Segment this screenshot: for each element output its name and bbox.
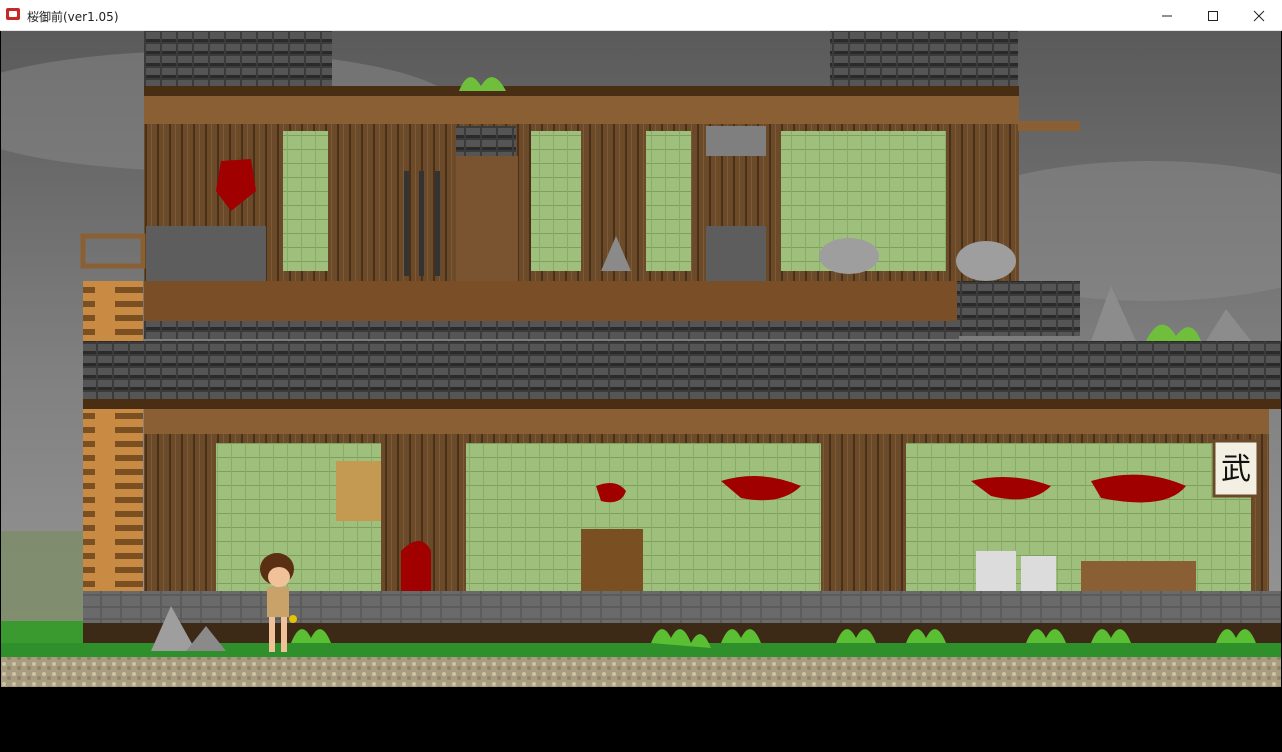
ladder (83, 281, 143, 591)
close-button[interactable] (1236, 0, 1282, 31)
maximize-button[interactable] (1190, 0, 1236, 31)
app-icon (6, 8, 20, 20)
maximize-icon (1208, 10, 1218, 21)
bushido-sign: 武 (1221, 452, 1251, 487)
title-bar[interactable]: 桜御前(ver1.05) (0, 0, 1282, 31)
gravel-ground (1, 657, 1281, 687)
game-viewport[interactable]: 武 (1, 31, 1281, 751)
minimize-icon (1162, 15, 1172, 16)
minimize-button[interactable] (1144, 0, 1190, 31)
main-roof (83, 341, 1281, 401)
lower-floor: 武 (144, 409, 1269, 594)
window-title: 桜御前(ver1.05) (27, 10, 119, 24)
stone-walkway (83, 591, 1281, 623)
close-icon (1253, 10, 1265, 21)
game-window: 桜御前(ver1.05) 武 (0, 0, 1282, 752)
